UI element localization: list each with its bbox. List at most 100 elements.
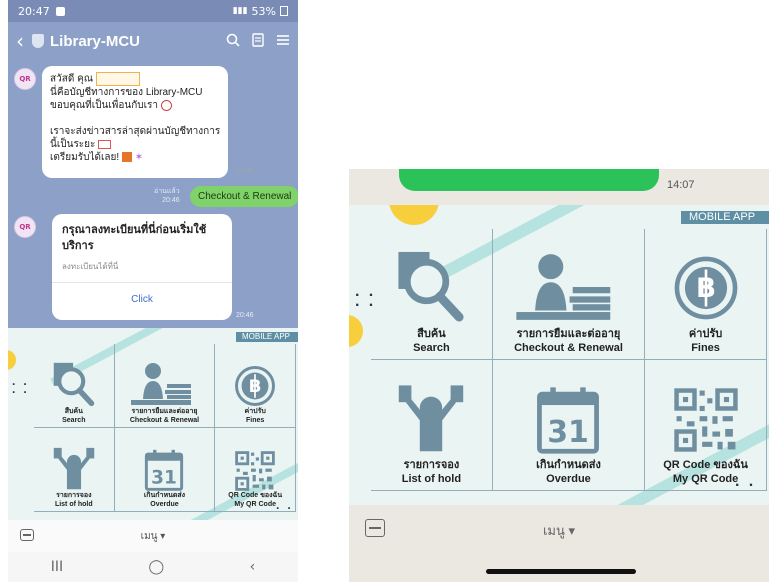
right-time: 14:07 [667,179,695,191]
menu-checkout-renewal[interactable]: รายการยืมและต่ออายุ Checkout & Renewal [114,344,216,428]
chat-bottom-bar: เมนู ▾ [8,520,298,552]
msg-line-5-wrap: นี้เป็นระยะ [50,138,220,151]
sparkle-emoji-icon: ✶ [134,152,144,163]
sent-time: 20:46 [162,197,180,204]
bot-avatar[interactable]: QR [14,68,36,90]
menu-my-qr-code[interactable]: QR Code ของฉัน My QR Code [215,428,296,512]
battery-icon [280,6,288,16]
calendar-31-icon: 31 [145,449,184,491]
notes-icon[interactable] [252,32,264,50]
menu-overdue[interactable]: 31 เกินกำหนดส่ง Overdue [114,428,216,512]
search-book-icon [53,362,95,407]
status-time: 20:47 [18,4,50,18]
card-divider [52,282,232,283]
person-raising-books-icon [399,385,464,452]
menu-fines-th: ค่าปรับ [244,408,266,415]
msg1-time: 20:46 [236,168,254,175]
menu-checkout-renewal[interactable]: รายการยืมและต่ออายุ Checkout & Renewal [492,229,646,360]
baht-coin-icon: B [674,256,737,320]
decor-yellow-dot [8,350,16,370]
mobile-app-badge: MOBILE APP [236,332,298,342]
menu-checkout-en: Checkout & Renewal [129,417,200,424]
verified-shield-icon [32,34,44,48]
menu-hold-en: List of hold [54,501,93,508]
menu-checkout-th: รายการยืมและต่ออายุ [131,408,198,415]
menu-overdue-th: เกินกำหนดส่ง [143,492,186,499]
calendar-day-number: 31 [152,467,178,488]
chat-title[interactable]: Library-MCU [50,33,214,50]
chevron-left-icon[interactable]: ‹ [16,31,24,51]
status-bar: 20:47 ▮▮▮ 53% [8,0,298,22]
menu-qr-th: QR Code ของฉัน [228,492,283,499]
menu-overdue-en: Overdue [150,501,179,508]
rich-menu-grid: สืบค้น Search รายการยืมและต่ออายุ Checko… [34,344,296,512]
baht-coin-icon: B [235,366,276,406]
menu-list-of-hold[interactable]: รายการจอง List of hold [371,360,493,491]
menu-search-en: Search [62,417,86,424]
menu-search-en: Search [413,342,450,354]
calendar-31-icon: 31 [537,387,600,454]
menu-fines[interactable]: B ค่าปรับ Fines [645,229,767,360]
msg-line-4: เราจะส่งข่าวสารล่าสุดผ่านบัญชีทางการ [50,126,221,137]
left-phone-screenshot: 20:47 ▮▮▮ 53% ‹ Library-MCU QR สวัสดี คุ… [8,0,298,582]
back-button[interactable]: ‹ [250,559,256,575]
decor-yellow-dot [389,205,439,225]
right-phone-screenshot: 14:07 MOBILE APP · · · · · · สืบค้น Searc… [349,169,769,582]
qr-code-icon [235,451,275,491]
battery-level: 53% [251,4,276,18]
menu-hold-th: รายการจอง [403,459,460,471]
mobile-app-badge: MOBILE APP [681,211,769,224]
search-icon[interactable] [226,33,240,50]
greeting-text: สวัสดี คุณ [50,73,94,85]
decor-yellow-dot [349,315,363,347]
hamburger-menu-icon[interactable] [276,34,290,49]
register-subtitle: ลงทะเบียนได้ที่นี่ [62,262,119,271]
menu-hold-en: List of hold [401,473,462,485]
menu-overdue-en: Overdue [546,473,591,485]
right-bottom-bar: เมนู ▾ [349,505,769,555]
msg-line-5: นี้เป็นระยะ [50,139,96,150]
calendar-day-number: 31 [548,415,590,450]
menu-qr-en: My QR Code [234,501,276,508]
signal-icon: ▮▮▮ [232,6,248,16]
msg2-time: 20:46 [236,312,254,319]
msg-line-3-wrap: ขอบคุณที่เป็นเพื่อนกับเรา [50,99,220,112]
register-card: กรุณาลงทะเบียนที่นี่ก่อนเริ่มใช้บริการ ล… [52,214,232,320]
menu-search[interactable]: สืบค้น Search [371,229,493,360]
search-book-icon [398,251,464,322]
menu-toggle[interactable]: เมนู ▾ [349,520,769,541]
menu-search-th: สืบค้น [417,328,446,340]
chat-header: ‹ Library-MCU [8,22,298,60]
menu-checkout-en: Checkout & Renewal [514,342,623,354]
click-button[interactable]: Click [52,294,232,305]
recent-apps-button[interactable]: III [51,559,63,575]
menu-overdue-th: เกินกำหนดส่ง [536,459,601,471]
menu-qr-en: My QR Code [672,473,739,485]
android-nav-bar: III ◯ ‹ [8,552,298,582]
menu-checkout-th: รายการยืมและต่ออายุ [516,328,621,340]
register-title: กรุณาลงทะเบียนที่นี่ก่อนเริ่มใช้บริการ [62,224,207,252]
home-indicator[interactable] [486,569,636,574]
menu-fines-en: Fines [246,417,265,424]
menu-fines-th: ค่าปรับ [688,328,723,340]
menu-qr-th: QR Code ของฉัน [663,459,748,471]
menu-overdue[interactable]: 31 เกินกำหนดส่ง Overdue [492,360,646,491]
menu-fines[interactable]: B ค่าปรับ Fines [215,344,296,428]
menu-search-th: สืบค้น [64,408,83,415]
home-button[interactable]: ◯ [149,559,165,575]
welcome-message-bubble: สวัสดี คุณ นี่คือบัญชีทางการของ Library-… [42,66,228,178]
redacted-name [95,72,140,86]
sent-message-bubble: Checkout & Renewal [190,186,298,207]
person-books-icon [516,254,611,320]
person-raising-books-icon [53,447,95,490]
bot-avatar-2[interactable]: QR [14,216,36,238]
greeting-line: สวัสดี คุณ [50,72,220,86]
menu-my-qr-code[interactable]: QR Code ของฉัน My QR Code [645,360,767,491]
menu-toggle[interactable]: เมนู ▾ [8,529,298,544]
mail-emoji-icon [98,139,112,149]
read-receipt: อ่านแล้ว 20:46 [154,187,180,205]
menu-search[interactable]: สืบค้น Search [34,344,115,428]
rich-menu-large: MOBILE APP · · · · · · สืบค้น Search รายก… [349,205,769,505]
menu-list-of-hold[interactable]: รายการจอง List of hold [34,428,115,512]
